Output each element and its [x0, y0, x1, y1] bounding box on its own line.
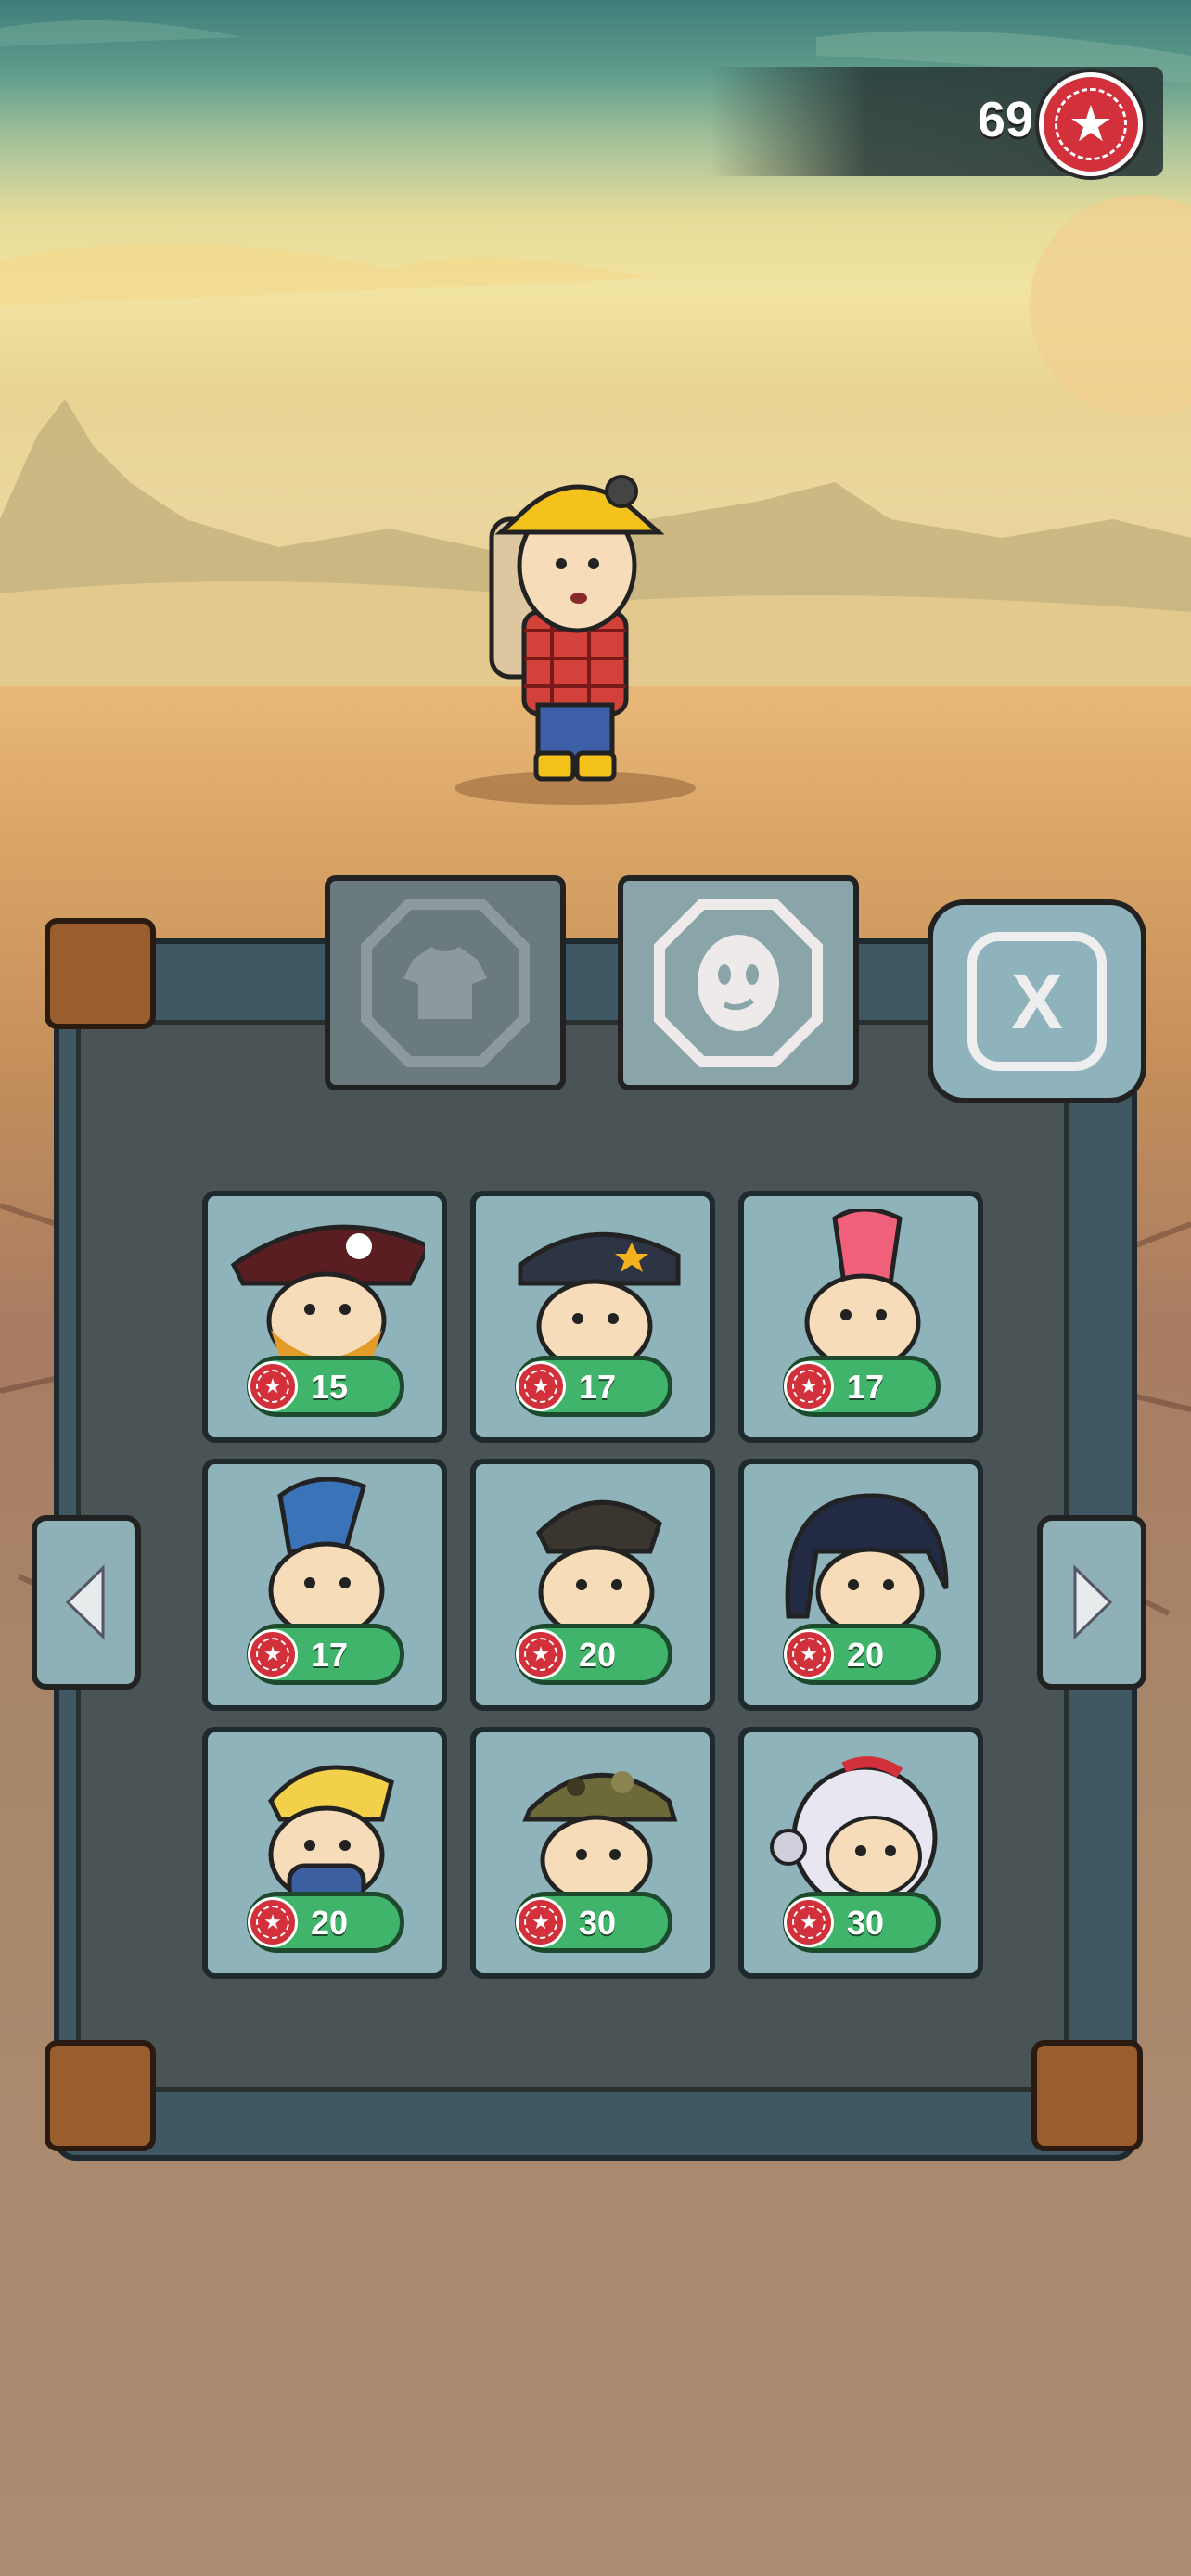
- police-cap-head-icon: [518, 1231, 681, 1367]
- corner-strap-top-left: [45, 918, 156, 1029]
- star-chip-icon: ★: [516, 1361, 566, 1411]
- item-card-pirate[interactable]: ★ 15: [202, 1191, 447, 1443]
- pirate-head-icon: [230, 1224, 425, 1367]
- tab-clothes[interactable]: [325, 875, 566, 1090]
- star-chip-icon: ★: [248, 1629, 298, 1679]
- item-card-blue-mohawk[interactable]: ★ 17: [202, 1459, 447, 1711]
- item-price: 30: [847, 1904, 885, 1942]
- price-tag: ★ 17: [515, 1356, 672, 1417]
- gas-mask-head-icon: [268, 1765, 394, 1903]
- hooded-dark-head-icon: [785, 1493, 949, 1635]
- item-price: 17: [579, 1368, 617, 1406]
- arrow-right-icon: [1073, 1564, 1113, 1640]
- item-price: 17: [847, 1368, 885, 1406]
- item-price: 30: [579, 1904, 617, 1942]
- star-chip-icon: ★: [248, 1361, 298, 1411]
- tab-heads[interactable]: [618, 875, 859, 1090]
- star-chip-icon: ★: [784, 1361, 834, 1411]
- price-tag: ★ 20: [515, 1624, 672, 1685]
- item-card-astronaut[interactable]: ★ 30: [738, 1727, 983, 1979]
- item-card-hooded-dark[interactable]: ★ 20: [738, 1459, 983, 1711]
- item-card-police[interactable]: ★ 17: [470, 1191, 715, 1443]
- game-scene: 69 ★ X ★ 15 ★ 17 ★ 17 ★ 17 ★ 20 ★ 20 ★ 2…: [0, 0, 1191, 2576]
- camo-helmet-head-icon: [522, 1771, 678, 1903]
- undercut-head-icon: [535, 1499, 662, 1635]
- shirt-icon: [357, 895, 533, 1071]
- close-icon: X: [967, 932, 1107, 1071]
- star-chip-icon: ★: [516, 1629, 566, 1679]
- price-tag: ★ 30: [783, 1892, 941, 1953]
- star-chip-icon: ★: [248, 1897, 298, 1947]
- currency-amount: 69: [977, 92, 1033, 147]
- item-card-pink-mohawk[interactable]: ★ 17: [738, 1191, 983, 1443]
- player-character: [455, 475, 696, 805]
- arrow-left-icon: [65, 1564, 105, 1640]
- price-tag: ★ 20: [783, 1624, 941, 1685]
- star-chip-icon: ★: [516, 1897, 566, 1947]
- price-tag: ★ 20: [247, 1892, 404, 1953]
- price-tag: ★ 15: [247, 1356, 404, 1417]
- item-price: 20: [847, 1636, 885, 1674]
- corner-strap-bottom-left: [45, 2040, 156, 2151]
- astronaut-helmet-head-icon: [770, 1756, 938, 1903]
- item-card-gas-mask[interactable]: ★ 20: [202, 1727, 447, 1979]
- pink-mohawk-head-icon: [804, 1209, 921, 1367]
- star-chip-icon: ★: [1039, 72, 1143, 176]
- previous-page-button[interactable]: [32, 1515, 141, 1690]
- face-icon: [650, 895, 826, 1071]
- item-price: 20: [579, 1636, 617, 1674]
- close-button[interactable]: X: [928, 899, 1146, 1103]
- corner-strap-bottom-right: [1031, 2040, 1143, 2151]
- item-card-camo-helmet[interactable]: ★ 30: [470, 1727, 715, 1979]
- item-price: 15: [311, 1368, 349, 1406]
- price-tag: ★ 17: [247, 1624, 404, 1685]
- star-chip-icon: ★: [784, 1897, 834, 1947]
- price-tag: ★ 30: [515, 1892, 672, 1953]
- star-chip-icon: ★: [784, 1629, 834, 1679]
- price-tag: ★ 17: [783, 1356, 941, 1417]
- item-price: 20: [311, 1904, 349, 1942]
- item-card-undercut[interactable]: ★ 20: [470, 1459, 715, 1711]
- item-price: 17: [311, 1636, 349, 1674]
- blue-mohawk-head-icon: [268, 1477, 385, 1635]
- next-page-button[interactable]: [1037, 1515, 1146, 1690]
